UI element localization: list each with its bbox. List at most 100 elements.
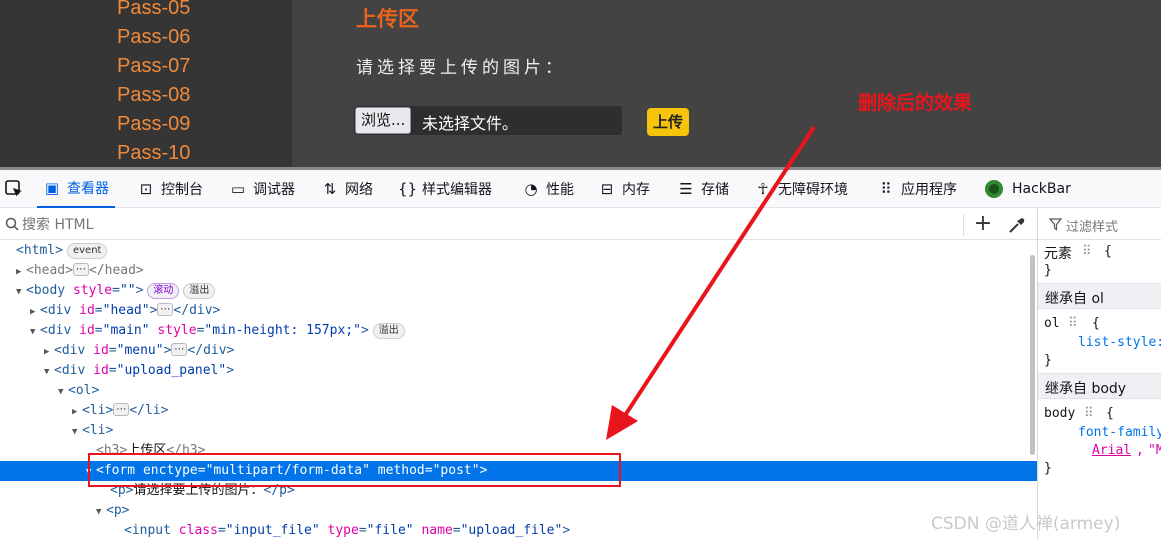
brace-close: } bbox=[1044, 461, 1052, 476]
expand-icon[interactable]: ▶ bbox=[44, 342, 54, 362]
upload-panel: 上传区 请选择要上传的图片： 浏览... 未选择文件。 上传 bbox=[292, 0, 1161, 170]
tree-node-div-upload-panel[interactable]: ▼ <div id="upload_panel"> bbox=[0, 361, 1037, 381]
collapse-icon[interactable]: ▼ bbox=[30, 322, 40, 342]
element-picker-button[interactable] bbox=[4, 170, 30, 208]
search-icon bbox=[5, 217, 19, 231]
tree-node-html[interactable]: <html> event bbox=[0, 241, 1037, 261]
debugger-icon: ▭ bbox=[230, 180, 246, 198]
body-property[interactable]: font-family bbox=[1078, 425, 1161, 440]
search-html-input[interactable] bbox=[22, 214, 622, 236]
ol-property[interactable]: list-style: bbox=[1078, 335, 1161, 350]
tab-storage[interactable]: ☰ 存储 bbox=[677, 170, 729, 208]
scrollbar-thumb[interactable] bbox=[1030, 255, 1035, 455]
tree-node-body[interactable]: ▼ <body style=""> 滚动 溢出 bbox=[0, 281, 1037, 301]
eyedropper-icon bbox=[1009, 218, 1025, 233]
menu-item-pass-10[interactable]: Pass-10 bbox=[117, 141, 190, 165]
brace-close: } bbox=[1044, 263, 1052, 278]
collapse-icon[interactable]: ▼ bbox=[72, 422, 82, 442]
event-badge[interactable]: event bbox=[66, 243, 108, 259]
overflow-badge[interactable]: 溢出 bbox=[183, 283, 216, 299]
collapse-icon[interactable]: ▼ bbox=[58, 382, 68, 402]
network-icon: ⇅ bbox=[323, 180, 337, 198]
ellipsis-badge[interactable]: ⋯ bbox=[113, 403, 130, 416]
tree-node-ol[interactable]: ▼ <ol> bbox=[0, 381, 1037, 401]
expand-icon[interactable]: ▶ bbox=[72, 402, 82, 422]
filter-styles-bar[interactable]: 过滤样式 bbox=[1038, 209, 1161, 240]
inspector-icon: ▣ bbox=[44, 179, 60, 197]
inherited-header-ol: 继承自 ol bbox=[1038, 283, 1161, 309]
tab-label: 无障碍环境 bbox=[778, 182, 848, 198]
tab-label: 应用程序 bbox=[901, 182, 957, 198]
upload-title: 上传区 bbox=[356, 7, 419, 31]
tab-label: 控制台 bbox=[161, 182, 203, 198]
hackbar-icon bbox=[985, 180, 1003, 198]
menu-item-pass-08[interactable]: Pass-08 bbox=[117, 83, 190, 107]
brace-open: { bbox=[1092, 316, 1100, 331]
eyedropper-button[interactable] bbox=[1006, 214, 1028, 236]
element-picker-icon bbox=[5, 180, 22, 197]
tab-performance[interactable]: ◔ 性能 bbox=[522, 170, 574, 208]
console-icon: ⊡ bbox=[139, 180, 153, 198]
expand-icon[interactable]: ▶ bbox=[30, 302, 40, 322]
ellipsis-badge[interactable]: ⋯ bbox=[157, 303, 174, 316]
file-input[interactable]: 浏览... 未选择文件。 bbox=[354, 106, 622, 135]
watermark: CSDN @道人禅(armey) bbox=[931, 514, 1121, 534]
tab-console[interactable]: ⊡ 控制台 bbox=[137, 170, 203, 208]
collapse-icon[interactable]: ▼ bbox=[96, 502, 106, 522]
overflow-badge[interactable]: 溢出 bbox=[372, 323, 405, 339]
collapse-icon[interactable]: ▼ bbox=[44, 362, 54, 382]
ellipsis-badge[interactable]: ⋯ bbox=[171, 343, 188, 356]
ellipsis-badge[interactable]: ⋯ bbox=[72, 263, 89, 276]
collapse-icon[interactable]: ▼ bbox=[16, 282, 26, 302]
tree-node-p[interactable]: ▼ <p> bbox=[0, 501, 1037, 521]
grid-icon: ⠿ bbox=[1084, 406, 1094, 421]
level-menu: Pass-05 Pass-06 Pass-07 Pass-08 Pass-09 … bbox=[0, 0, 292, 170]
accessibility-icon: ☥ bbox=[757, 180, 769, 198]
rules-pane: 过滤样式 元素 ⠿ { } 继承自 ol ol ⠿ { list-style: … bbox=[1037, 209, 1161, 539]
performance-icon: ◔ bbox=[524, 180, 538, 198]
brace-open: { bbox=[1106, 406, 1114, 421]
brace-close: } bbox=[1044, 353, 1052, 368]
comma: , bbox=[1136, 443, 1144, 458]
filter-icon bbox=[1049, 218, 1062, 231]
tree-node-div-menu[interactable]: ▶ <div id="menu"> ⋯ </div> bbox=[0, 341, 1037, 361]
tree-node-div-head[interactable]: ▶ <div id="head"> ⋯ </div> bbox=[0, 301, 1037, 321]
scroll-badge[interactable]: 滚动 bbox=[147, 283, 180, 299]
storage-icon: ☰ bbox=[679, 180, 693, 198]
menu-item-pass-07[interactable]: Pass-07 bbox=[117, 54, 190, 78]
tree-node-head[interactable]: ▶ <head> ⋯ </head> bbox=[0, 261, 1037, 281]
divider bbox=[963, 214, 964, 236]
plus-icon: + bbox=[973, 211, 993, 236]
tab-style-editor[interactable]: {} 样式编辑器 bbox=[398, 170, 492, 208]
markup-tree: <html> event ▶ <head> ⋯ </head> ▼ <body style… bbox=[0, 240, 1037, 539]
tab-memory[interactable]: ⊟ 内存 bbox=[598, 170, 650, 208]
devtools-toolbar: ▣ 查看器 ⊡ 控制台 ▭ 调试器 ⇅ 网络 {} 样式编辑器 ◔ 性能 ⊟ 内… bbox=[0, 170, 1161, 208]
tab-inspector[interactable]: ▣ 查看器 bbox=[37, 170, 115, 208]
memory-icon: ⊟ bbox=[600, 180, 614, 198]
screenshot-root: Pass-05 Pass-06 Pass-07 Pass-08 Pass-09 … bbox=[0, 0, 1161, 539]
browse-button[interactable]: 浏览... bbox=[355, 107, 412, 134]
expand-icon[interactable]: ▶ bbox=[16, 262, 26, 282]
tab-label: 存储 bbox=[701, 182, 729, 198]
tree-node-div-main[interactable]: ▼ <div id="main" style="min-height: 157px… bbox=[0, 321, 1037, 341]
tab-label: 查看器 bbox=[67, 181, 109, 197]
tree-node-li-collapsed[interactable]: ▶ <li> ⋯ </li> bbox=[0, 401, 1037, 421]
tab-hackbar[interactable]: HackBar bbox=[984, 170, 1071, 208]
body-value-cut: "Mi bbox=[1148, 443, 1161, 458]
filter-styles-input[interactable]: 过滤样式 bbox=[1066, 216, 1118, 235]
body-selector[interactable]: body bbox=[1044, 406, 1075, 421]
ol-selector[interactable]: ol bbox=[1044, 316, 1060, 331]
tab-application[interactable]: ⠿ 应用程序 bbox=[877, 170, 958, 208]
upload-button[interactable]: 上传 bbox=[647, 108, 689, 136]
tree-node-input[interactable]: <input class="input_file" type="file" na… bbox=[0, 521, 1037, 539]
tab-accessibility[interactable]: ☥ 无障碍环境 bbox=[754, 170, 848, 208]
tab-label: 样式编辑器 bbox=[422, 182, 492, 198]
tab-debugger[interactable]: ▭ 调试器 bbox=[229, 170, 295, 208]
menu-item-pass-09[interactable]: Pass-09 bbox=[117, 112, 190, 136]
body-value-arial[interactable]: Arial bbox=[1092, 443, 1131, 458]
tree-node-li[interactable]: ▼ <li> bbox=[0, 421, 1037, 441]
menu-item-pass-05[interactable]: Pass-05 bbox=[117, 0, 190, 20]
tab-network[interactable]: ⇅ 网络 bbox=[321, 170, 373, 208]
menu-item-pass-06[interactable]: Pass-06 bbox=[117, 25, 190, 49]
add-node-button[interactable]: + bbox=[972, 211, 994, 236]
